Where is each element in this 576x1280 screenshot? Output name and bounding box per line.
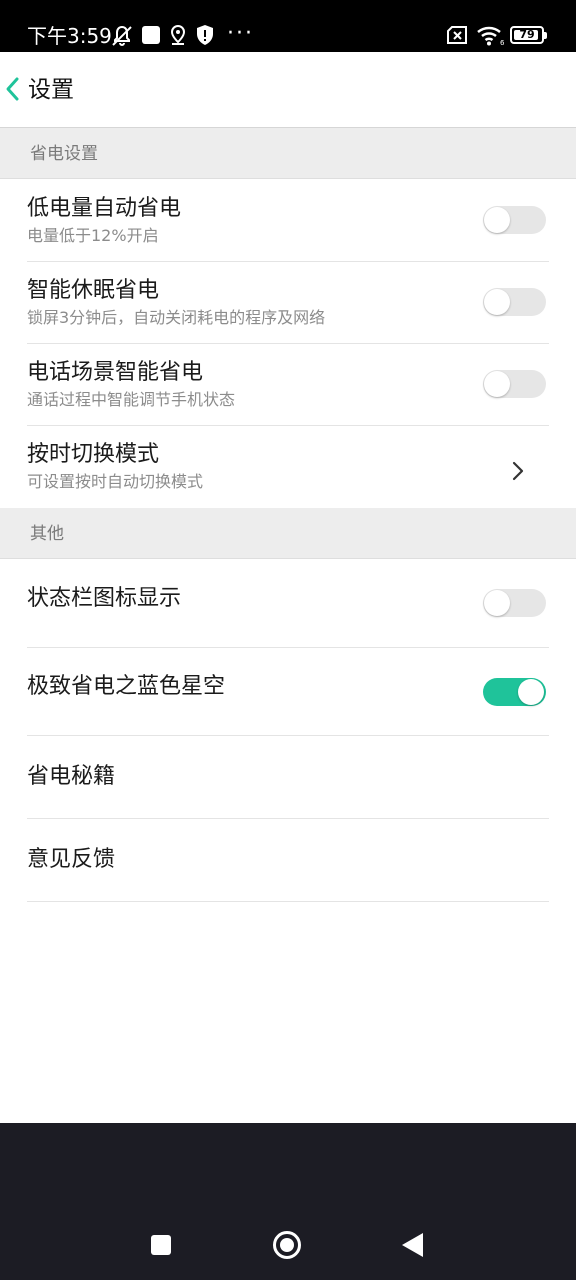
- setting-label: 极致省电之蓝色星空: [27, 674, 226, 699]
- square-app-icon: [142, 26, 160, 44]
- setting-subtitle: 可设置按时自动切换模式: [27, 472, 204, 491]
- chevron-right-icon: [512, 461, 524, 481]
- toggle-switch[interactable]: [483, 288, 546, 316]
- home-circle-icon[interactable]: [272, 1230, 302, 1260]
- divider: [27, 901, 549, 902]
- setting-low-battery-auto-save[interactable]: 低电量自动省电 电量低于12%开启: [0, 179, 576, 262]
- setting-subtitle: 锁屏3分钟后，自动关闭耗电的程序及网络: [27, 308, 326, 327]
- section-header-power-saving: 省电设置: [0, 128, 576, 179]
- status-time: 下午3:59: [27, 24, 112, 48]
- page-title: 设置: [28, 77, 74, 103]
- setting-label: 按时切换模式: [27, 442, 160, 467]
- notifications-off-icon: [112, 25, 132, 46]
- section-title: 省电设置: [30, 144, 98, 164]
- setting-power-saving-tips[interactable]: 省电秘籍: [0, 736, 576, 819]
- no-sim-icon: [447, 26, 467, 44]
- setting-status-bar-icon[interactable]: 状态栏图标显示: [0, 559, 576, 648]
- wifi-icon: 6: [477, 26, 504, 46]
- setting-blue-starry-sky[interactable]: 极致省电之蓝色星空: [0, 648, 576, 736]
- setting-label: 省电秘籍: [27, 764, 116, 789]
- setting-call-scene-save[interactable]: 电话场景智能省电 通话过程中智能调节手机状态: [0, 344, 576, 426]
- toggle-knob: [484, 371, 510, 397]
- battery-icon: 79: [510, 26, 547, 44]
- toggle-switch[interactable]: [483, 589, 546, 617]
- section-header-other: 其他: [0, 508, 576, 559]
- battery-level: 79: [519, 28, 535, 41]
- toggle-switch[interactable]: [483, 206, 546, 234]
- setting-label: 意见反馈: [27, 847, 116, 872]
- setting-label: 智能休眠省电: [27, 278, 160, 303]
- shield-icon: [197, 25, 213, 45]
- setting-label: 电话场景智能省电: [27, 360, 204, 385]
- toggle-switch[interactable]: [483, 678, 546, 706]
- toggle-knob: [484, 289, 510, 315]
- setting-subtitle: 通话过程中智能调节手机状态: [27, 390, 236, 409]
- toggle-knob: [484, 207, 510, 233]
- setting-subtitle: 电量低于12%开启: [27, 226, 159, 245]
- setting-scheduled-mode-switch[interactable]: 按时切换模式 可设置按时自动切换模式: [0, 426, 576, 508]
- more-dots-icon: ···: [227, 21, 254, 46]
- location-icon: [170, 24, 186, 45]
- back-triangle-icon[interactable]: [401, 1232, 425, 1258]
- setting-smart-sleep-save[interactable]: 智能休眠省电 锁屏3分钟后，自动关闭耗电的程序及网络: [0, 262, 576, 344]
- recents-square-icon[interactable]: [150, 1234, 172, 1256]
- toggle-knob: [484, 590, 510, 616]
- app-header: 设置: [0, 52, 576, 128]
- setting-label: 低电量自动省电: [27, 196, 182, 221]
- setting-feedback[interactable]: 意见反馈: [0, 819, 576, 902]
- chevron-left-icon[interactable]: [2, 74, 26, 104]
- toggle-switch[interactable]: [483, 370, 546, 398]
- navigation-bar: [0, 1123, 576, 1280]
- svg-text:6: 6: [500, 39, 504, 46]
- status-bar: 下午3:59 ··· 6 79: [0, 0, 576, 52]
- setting-label: 状态栏图标显示: [27, 586, 182, 611]
- section-title: 其他: [30, 524, 64, 544]
- toggle-knob: [518, 679, 544, 705]
